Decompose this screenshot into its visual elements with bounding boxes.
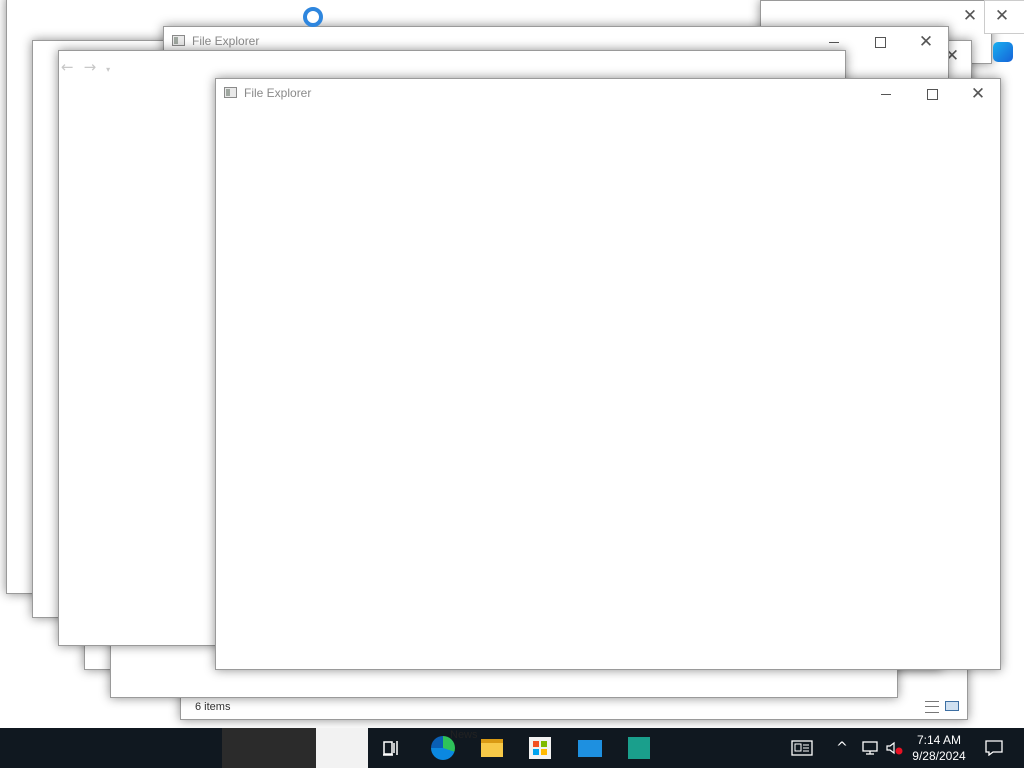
recent-chevron-icon[interactable]: ▾ bbox=[106, 65, 120, 74]
task-view-icon[interactable] bbox=[376, 732, 408, 764]
explorer-window-front: File Explorer ✕ bbox=[215, 78, 1001, 670]
maximize-button[interactable] bbox=[857, 27, 903, 57]
nav-arrows: ←→▾ bbox=[61, 58, 120, 76]
volume-muted-icon[interactable] bbox=[882, 732, 906, 764]
news-label: News bbox=[450, 729, 478, 741]
back-arrow-icon[interactable]: ← bbox=[61, 58, 84, 76]
forward-arrow-icon[interactable]: → bbox=[84, 58, 107, 76]
taskbar: ^ 7:14 AM 9/28/2024 bbox=[0, 728, 1024, 768]
copilot-icon[interactable] bbox=[993, 42, 1013, 62]
close-button[interactable]: ✕ bbox=[985, 1, 1019, 31]
clock-date: 9/28/2024 bbox=[912, 749, 966, 763]
close-button[interactable]: ✕ bbox=[955, 79, 1001, 109]
details-view-icon[interactable] bbox=[925, 701, 939, 713]
item-count: 6 items bbox=[195, 701, 231, 713]
window-title: File Explorer bbox=[192, 34, 260, 48]
status-bar: 6 items bbox=[181, 697, 967, 719]
app-icon[interactable] bbox=[623, 732, 655, 764]
explorer-window-far-right: ✕ bbox=[984, 0, 1024, 34]
news-icon[interactable] bbox=[786, 732, 818, 764]
taskbar-clock[interactable]: 7:14 AM 9/28/2024 bbox=[906, 732, 972, 764]
mail-icon[interactable] bbox=[574, 732, 606, 764]
notification-center-icon[interactable] bbox=[978, 732, 1010, 764]
store-icon[interactable] bbox=[524, 732, 556, 764]
title-bar[interactable]: File Explorer ✕ bbox=[216, 79, 1000, 109]
file-explorer-icon[interactable] bbox=[476, 732, 508, 764]
taskbar-search-box[interactable] bbox=[222, 728, 316, 768]
large-icons-view-icon[interactable] bbox=[945, 701, 959, 711]
network-icon[interactable] bbox=[856, 732, 884, 764]
explorer-app-icon bbox=[224, 87, 237, 98]
explorer-app-icon bbox=[172, 35, 185, 46]
close-button[interactable]: ✕ bbox=[903, 27, 949, 57]
taskbar-blank-tile[interactable] bbox=[316, 728, 368, 768]
loading-spinner-icon bbox=[303, 7, 323, 27]
chevron-up-icon[interactable]: ^ bbox=[830, 732, 854, 764]
minimize-button[interactable] bbox=[863, 79, 909, 109]
window-title: File Explorer bbox=[244, 86, 312, 100]
maximize-button[interactable] bbox=[909, 79, 955, 109]
clock-time: 7:14 AM bbox=[916, 733, 962, 747]
